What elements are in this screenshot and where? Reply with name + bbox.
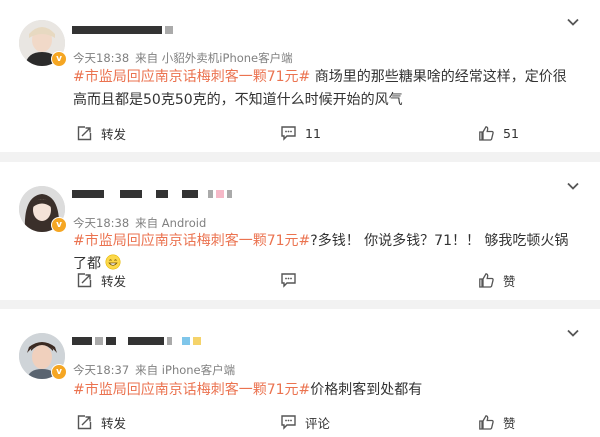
post-time: 今天18:38: [73, 51, 130, 65]
post-time: 今天18:37: [73, 363, 130, 377]
like-label: 赞: [503, 273, 516, 289]
repost-icon: [77, 272, 92, 287]
like-label: 赞: [503, 415, 516, 431]
repost-icon: [77, 414, 92, 429]
like-icon: [479, 125, 494, 141]
post-body: 价格刺客到处都有: [310, 382, 423, 398]
repost-button[interactable]: 转发: [76, 270, 126, 290]
topic-link[interactable]: #市监局回应南京话梅刺客一颗71元#: [73, 233, 310, 249]
comment-icon: [281, 273, 296, 288]
post-text: #市监局回应南京话梅刺客一颗71元# 商场里的那些糖果啥的经常这样，定价很高而且…: [73, 66, 580, 112]
repost-icon: [77, 125, 92, 140]
action-bar: 转发 赞: [0, 270, 600, 290]
comment-button[interactable]: 评论: [280, 412, 330, 432]
like-icon: [479, 272, 494, 288]
post-meta: 今天18:38 来自 Android: [73, 215, 206, 231]
topic-link[interactable]: #市监局回应南京话梅刺客一颗71元#: [73, 69, 310, 85]
repost-label: 转发: [101, 273, 127, 289]
comment-icon: [281, 415, 296, 430]
post-card: v 今天18:38 来自 Android #市监局回应南京话梅刺客一颗71元#?多…: [0, 162, 600, 300]
repost-button[interactable]: 转发: [76, 412, 126, 432]
post-meta: 今天18:38 来自 小貂外卖机iPhone客户端: [73, 50, 293, 66]
post-time: 今天18:38: [73, 216, 130, 230]
post-source[interactable]: 来自 iPhone客户端: [135, 363, 235, 377]
like-count: 51: [503, 125, 519, 141]
post-source[interactable]: 来自 Android: [135, 216, 206, 230]
username-redacted[interactable]: [72, 26, 173, 34]
username-redacted[interactable]: [72, 190, 232, 198]
chevron-down-icon[interactable]: [566, 15, 580, 29]
comment-button[interactable]: 11: [280, 123, 321, 143]
post-card: v 今天18:38 来自 小貂外卖机iPhone客户端 #市监局回应南京话梅刺客一…: [0, 0, 600, 152]
like-button[interactable]: 51: [478, 123, 519, 143]
post-text: #市监局回应南京话梅刺客一颗71元#价格刺客到处都有: [73, 379, 580, 402]
comment-button[interactable]: [280, 270, 305, 290]
post-source[interactable]: 来自 小貂外卖机iPhone客户端: [135, 51, 292, 65]
verified-badge: v: [51, 364, 67, 380]
repost-label: 转发: [101, 415, 127, 431]
repost-label: 转发: [101, 126, 127, 142]
username-redacted[interactable]: [72, 337, 201, 345]
post-meta: 今天18:37 来自 iPhone客户端: [73, 362, 235, 378]
like-button[interactable]: 赞: [478, 412, 516, 432]
like-button[interactable]: 赞: [478, 270, 516, 290]
like-icon: [479, 414, 494, 430]
comment-icon: [281, 126, 296, 141]
post-card: v 今天18:37 来自 iPhone客户端 #市监局回应南京话梅刺客一颗71元#…: [0, 309, 600, 437]
repost-button[interactable]: 转发: [76, 123, 126, 143]
action-bar: 转发 11 51: [0, 123, 600, 143]
chevron-down-icon[interactable]: [566, 326, 580, 340]
comment-label: 评论: [305, 415, 331, 431]
chevron-down-icon[interactable]: [566, 179, 580, 193]
comment-count: 11: [305, 125, 321, 141]
topic-link[interactable]: #市监局回应南京话梅刺客一颗71元#: [73, 382, 310, 398]
action-bar: 转发 评论 赞: [0, 412, 600, 432]
verified-badge: v: [51, 51, 67, 67]
verified-badge: v: [51, 217, 67, 233]
grin-emoji: [105, 254, 121, 270]
comment-feed: v 今天18:38 来自 小貂外卖机iPhone客户端 #市监局回应南京话梅刺客一…: [0, 0, 600, 437]
